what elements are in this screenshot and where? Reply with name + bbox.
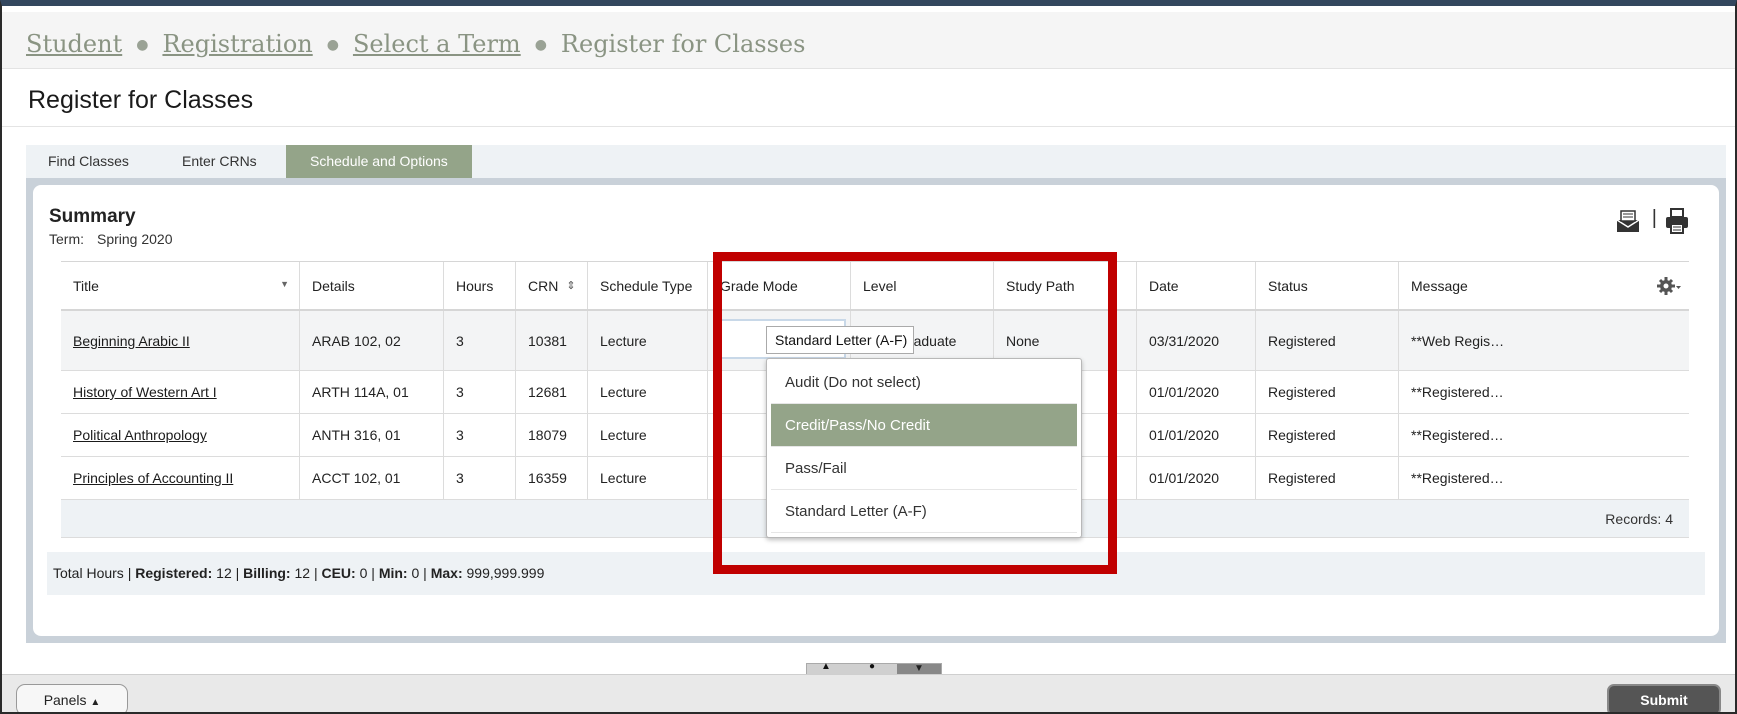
panels-button[interactable]: Panels ▲ bbox=[16, 684, 128, 712]
col-message[interactable]: Message bbox=[1399, 262, 1689, 309]
breadcrumb-separator: ● bbox=[136, 37, 149, 53]
col-study-path[interactable]: Study Path bbox=[994, 262, 1137, 309]
bottom-bar: Panels ▲ Submit bbox=[2, 674, 1735, 712]
course-title-link[interactable]: Beginning Arabic II bbox=[73, 333, 190, 349]
message-cell: **Registered… bbox=[1411, 470, 1504, 486]
hours-cell: 3 bbox=[444, 371, 516, 413]
status-cell: Registered bbox=[1256, 371, 1399, 413]
crn-cell: 10381 bbox=[516, 311, 588, 370]
col-details[interactable]: Details bbox=[300, 262, 444, 309]
registered-hours: 12 bbox=[216, 565, 232, 581]
col-crn[interactable]: CRN ⇕ bbox=[516, 262, 588, 309]
grade-option-audit[interactable]: Audit (Do not select) bbox=[771, 361, 1077, 404]
schedule-type-cell: Lecture bbox=[588, 457, 708, 499]
tab-find-classes[interactable]: Find Classes bbox=[48, 145, 129, 178]
records-count: Records: 4 bbox=[1605, 511, 1673, 527]
breadcrumb-registration[interactable]: Registration bbox=[162, 30, 312, 58]
grade-option-credit-pass[interactable]: Credit/Pass/No Credit bbox=[771, 404, 1077, 447]
details-cell: ACCT 102, 01 bbox=[300, 457, 444, 499]
date-cell: 03/31/2020 bbox=[1137, 311, 1256, 370]
status-cell: Registered bbox=[1256, 311, 1399, 370]
divider bbox=[2, 126, 1735, 127]
col-grade-mode[interactable]: Grade Mode bbox=[708, 262, 851, 309]
icon-separator: | bbox=[1651, 207, 1657, 229]
col-date[interactable]: Date bbox=[1137, 262, 1256, 309]
term-label: Term: bbox=[49, 231, 84, 247]
ceu-hours: 0 bbox=[359, 565, 368, 581]
tab-enter-crns[interactable]: Enter CRNs bbox=[182, 145, 257, 178]
dot-icon: ● bbox=[869, 661, 876, 672]
caret-up-icon: ▲ bbox=[90, 697, 101, 708]
gear-icon[interactable] bbox=[1657, 276, 1681, 296]
grade-option-pass-fail[interactable]: Pass/Fail bbox=[771, 447, 1077, 490]
total-hours-bar: Total Hours | Registered: 12 | Billing: … bbox=[47, 552, 1705, 595]
status-cell: Registered bbox=[1256, 457, 1399, 499]
table-header: Title ▼ Details Hours CRN ⇕ Schedule Type … bbox=[61, 261, 1689, 311]
col-schedule-type[interactable]: Schedule Type bbox=[588, 262, 708, 309]
max-hours: 999,999.999 bbox=[466, 565, 545, 581]
breadcrumb-current: Register for Classes bbox=[560, 30, 806, 58]
message-cell: **Registered… bbox=[1411, 384, 1504, 400]
hours-cell: 3 bbox=[444, 414, 516, 456]
status-cell: Registered bbox=[1256, 414, 1399, 456]
grade-mode-dropdown: Audit (Do not select) Credit/Pass/No Cre… bbox=[766, 358, 1082, 538]
min-hours: 0 bbox=[411, 565, 420, 581]
schedule-type-cell: Lecture bbox=[588, 414, 708, 456]
app-frame: Student ● Registration ● Select a Term ● Regis… bbox=[0, 0, 1737, 714]
date-cell: 01/01/2020 bbox=[1137, 414, 1256, 456]
breadcrumb-student[interactable]: Student bbox=[26, 30, 122, 58]
print-icon[interactable] bbox=[1663, 207, 1691, 235]
date-cell: 01/01/2020 bbox=[1137, 457, 1256, 499]
details-cell: ARAB 102, 02 bbox=[300, 311, 444, 370]
message-cell: **Registered… bbox=[1411, 427, 1504, 443]
email-icon[interactable] bbox=[1614, 208, 1642, 234]
course-title-link[interactable]: History of Western Art I bbox=[73, 384, 217, 400]
tab-schedule-and-options[interactable]: Schedule and Options bbox=[286, 145, 472, 178]
col-hours[interactable]: Hours bbox=[444, 262, 516, 309]
col-title[interactable]: Title ▼ bbox=[61, 262, 300, 309]
grade-option-standard-letter[interactable]: Standard Letter (A-F) bbox=[771, 490, 1077, 533]
message-cell: **Web Regis… bbox=[1411, 332, 1505, 349]
details-cell: ARTH 114A, 01 bbox=[300, 371, 444, 413]
col-status[interactable]: Status bbox=[1256, 262, 1399, 309]
col-level[interactable]: Level bbox=[851, 262, 994, 309]
breadcrumb-separator: ● bbox=[326, 37, 339, 53]
hours-cell: 3 bbox=[444, 311, 516, 370]
breadcrumb-separator: ● bbox=[534, 37, 547, 53]
schedule-type-cell: Lecture bbox=[588, 311, 708, 370]
course-title-link[interactable]: Political Anthropology bbox=[73, 427, 207, 443]
billing-hours: 12 bbox=[294, 565, 311, 581]
arrow-down-icon: ▼ bbox=[897, 664, 941, 674]
term-value: Spring 2020 bbox=[97, 231, 173, 247]
course-title-link[interactable]: Principles of Accounting II bbox=[73, 470, 233, 486]
arrow-up-icon: ▲ bbox=[821, 661, 831, 672]
sort-icon: ⇕ bbox=[566, 280, 576, 292]
sort-desc-icon: ▼ bbox=[280, 279, 289, 289]
tab-bar: Find Classes Enter CRNs Schedule and Opt… bbox=[26, 145, 1726, 178]
breadcrumb: Student ● Registration ● Select a Term ● Regis… bbox=[26, 30, 805, 58]
details-cell: ANTH 316, 01 bbox=[300, 414, 444, 456]
date-cell: 01/01/2020 bbox=[1137, 371, 1256, 413]
crn-cell: 18079 bbox=[516, 414, 588, 456]
hours-cell: 3 bbox=[444, 457, 516, 499]
crn-cell: 16359 bbox=[516, 457, 588, 499]
grade-mode-select[interactable]: Standard Letter (A-F) bbox=[766, 326, 914, 354]
page-title: Register for Classes bbox=[28, 86, 254, 114]
submit-button[interactable]: Submit bbox=[1607, 684, 1721, 712]
breadcrumb-select-term[interactable]: Select a Term bbox=[353, 30, 521, 58]
breadcrumb-bar: Student ● Registration ● Select a Term ● Regis… bbox=[2, 12, 1735, 69]
summary-title: Summary bbox=[49, 206, 136, 227]
schedule-type-cell: Lecture bbox=[588, 371, 708, 413]
crn-cell: 12681 bbox=[516, 371, 588, 413]
